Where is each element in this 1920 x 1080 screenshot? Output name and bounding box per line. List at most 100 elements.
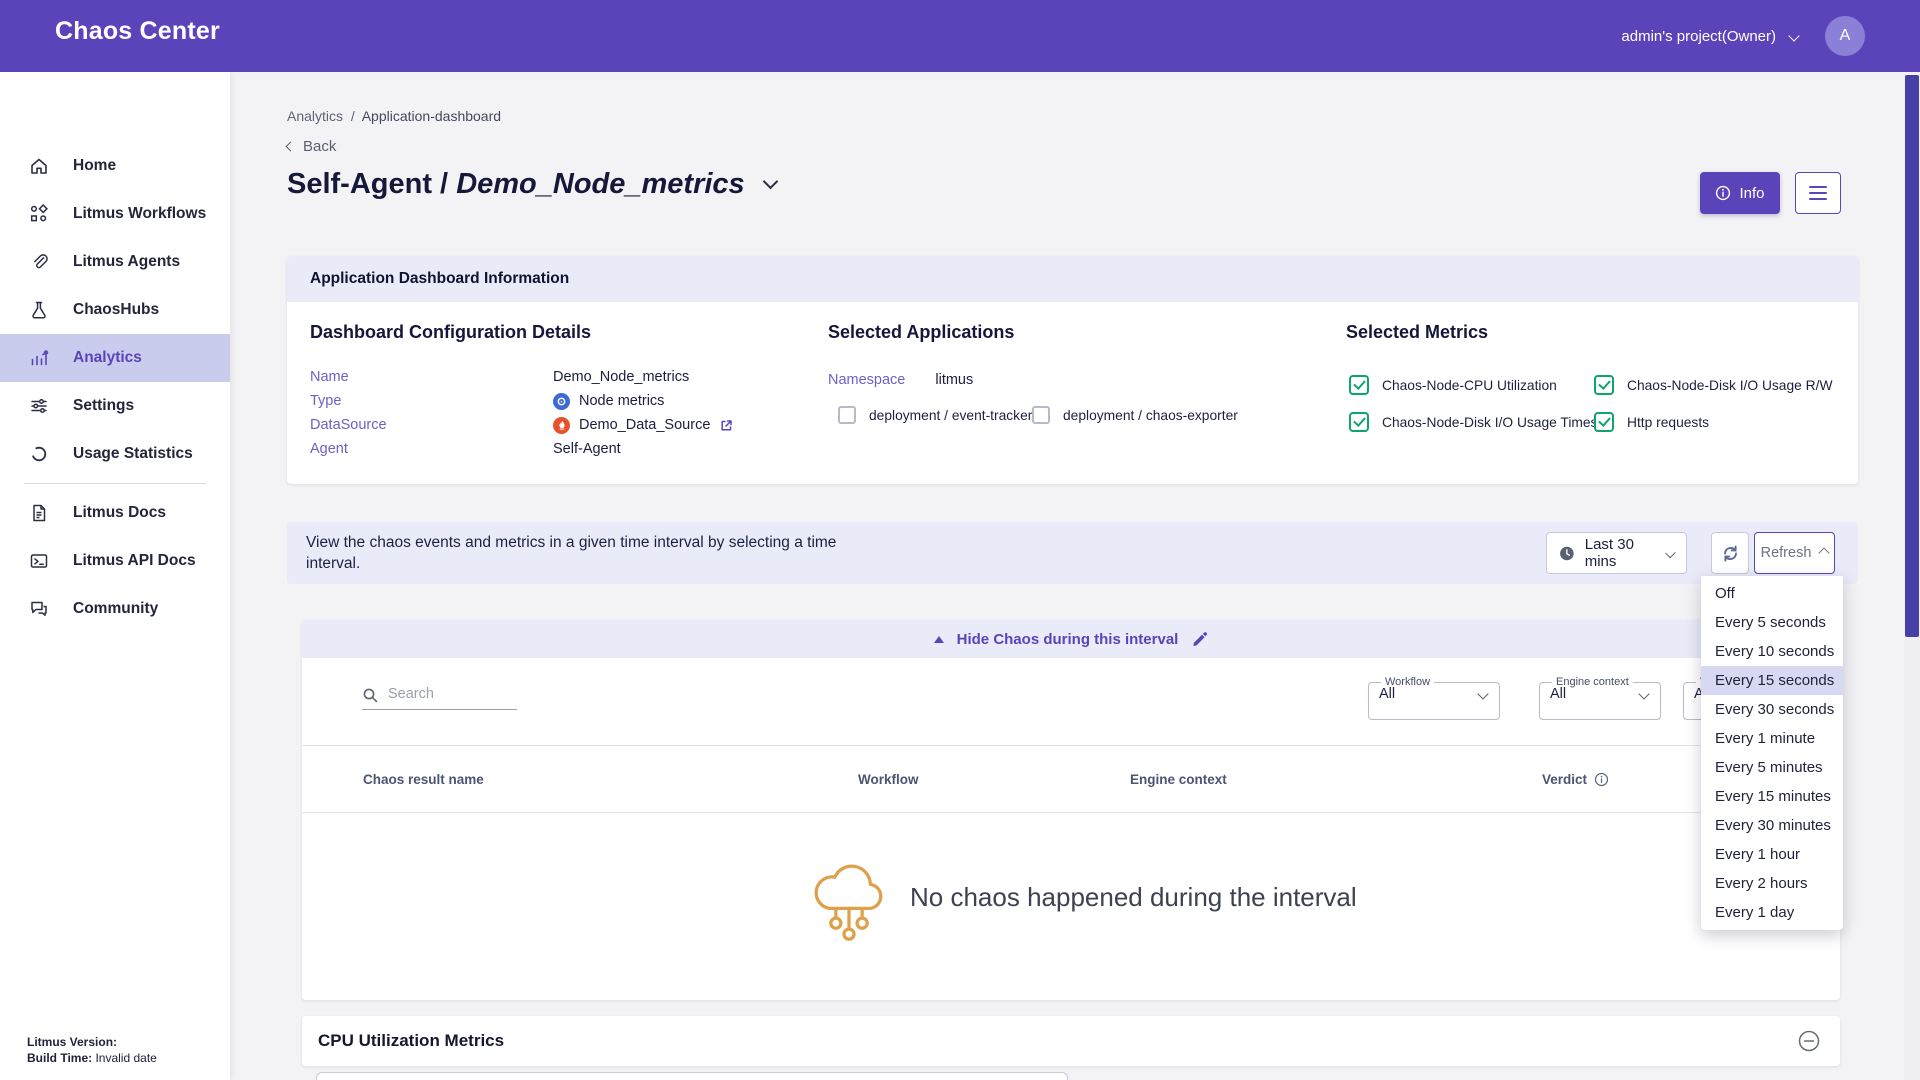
dashboard-info-header: Application Dashboard Information <box>287 256 1858 302</box>
sidebar: Home Litmus Workflows Litmus Agents Chao… <box>0 72 230 1080</box>
agents-icon <box>29 252 49 272</box>
menu-item-every-30-minutes[interactable]: Every 30 minutes <box>1701 811 1843 840</box>
sidebar-item-litmus-agents[interactable]: Litmus Agents <box>0 238 230 286</box>
menu-item-every-1-minute[interactable]: Every 1 minute <box>1701 724 1843 753</box>
config-row-type: Type Node metrics <box>310 389 810 413</box>
column-header-workflow: Workflow <box>858 772 919 787</box>
checkbox-unchecked-icon[interactable] <box>1032 406 1050 424</box>
info-icon <box>1715 185 1731 201</box>
engine-context-filter[interactable]: Engine context All <box>1539 676 1661 720</box>
page-scrollbar[interactable] <box>1904 72 1920 1080</box>
back-button[interactable]: Back <box>287 138 336 155</box>
build-time-label: Build Time: <box>27 1051 92 1065</box>
checkbox-checked-icon[interactable] <box>1594 412 1614 432</box>
menu-item-every-1-hour[interactable]: Every 1 hour <box>1701 840 1843 869</box>
menu-item-off[interactable]: Off <box>1701 579 1843 608</box>
sidebar-item-chaoshubs[interactable]: ChaosHubs <box>0 286 230 334</box>
applications-title: Selected Applications <box>828 322 1014 343</box>
sidebar-item-label: Analytics <box>73 349 142 367</box>
sidebar-footer: Litmus Version: Build Time: Invalid date <box>27 1034 157 1066</box>
settings-icon <box>29 396 49 416</box>
metric-checkbox-disk-io-rw[interactable]: Chaos-Node-Disk I/O Usage R/W <box>1594 375 1832 395</box>
avatar[interactable]: A <box>1825 16 1865 56</box>
checkbox-checked-icon[interactable] <box>1594 375 1614 395</box>
menu-item-every-5-minutes[interactable]: Every 5 minutes <box>1701 753 1843 782</box>
scrollbar-thumb[interactable] <box>1905 75 1919 637</box>
refresh-now-button[interactable] <box>1711 532 1749 574</box>
application-checkbox-chaos-exporter[interactable]: deployment / chaos-exporter <box>1032 406 1238 424</box>
no-chaos-cloud-icon <box>807 858 891 950</box>
interval-message: View the chaos events and metrics in a g… <box>306 532 851 574</box>
home-icon <box>29 156 49 176</box>
sidebar-item-settings[interactable]: Settings <box>0 382 230 430</box>
config-row-name: Name Demo_Node_metrics <box>310 365 810 389</box>
sidebar-item-label: Litmus Agents <box>73 253 180 271</box>
page-title: Self-Agent / Demo_Node_metrics <box>287 168 776 201</box>
info-button[interactable]: Info <box>1700 172 1780 214</box>
checkbox-checked-icon[interactable] <box>1349 412 1369 432</box>
docs-icon <box>29 503 49 523</box>
application-checkbox-event-tracker[interactable]: deployment / event-tracker <box>838 406 1032 424</box>
sidebar-item-community[interactable]: Community <box>0 585 230 633</box>
sidebar-item-litmus-docs[interactable]: Litmus Docs <box>0 489 230 537</box>
sidebar-item-litmus-api-docs[interactable]: Litmus API Docs <box>0 537 230 585</box>
checkbox-checked-icon[interactable] <box>1349 375 1369 395</box>
column-header-engine-context: Engine context <box>1130 772 1227 787</box>
metric-checkbox-cpu-utilization[interactable]: Chaos-Node-CPU Utilization <box>1349 375 1557 395</box>
edit-pencil-icon[interactable] <box>1191 631 1208 648</box>
project-selector[interactable]: admin's project(Owner) <box>1621 0 1798 72</box>
datasource-link[interactable]: Demo_Data_Source <box>579 417 710 433</box>
dashboard-switcher-chevron-icon[interactable] <box>762 174 778 190</box>
analytics-icon <box>29 348 49 368</box>
menu-item-every-15-minutes[interactable]: Every 15 minutes <box>1701 782 1843 811</box>
sidebar-item-label: Community <box>73 600 158 618</box>
litmus-version-label: Litmus Version: <box>27 1035 117 1049</box>
menu-item-every-1-day[interactable]: Every 1 day <box>1701 898 1843 927</box>
breadcrumb-analytics[interactable]: Analytics <box>287 108 343 124</box>
menu-item-every-5-seconds[interactable]: Every 5 seconds <box>1701 608 1843 637</box>
column-header-verdict: Verdict <box>1542 772 1609 787</box>
chart-panel-partial <box>316 1072 1068 1080</box>
sidebar-item-home[interactable]: Home <box>0 142 230 190</box>
collapse-triangle-icon <box>934 636 944 643</box>
metrics-title: Selected Metrics <box>1346 322 1488 343</box>
checkbox-unchecked-icon[interactable] <box>838 406 856 424</box>
refresh-rate-button[interactable]: Refresh <box>1754 532 1835 574</box>
info-circle-icon[interactable] <box>1594 772 1609 787</box>
sidebar-item-label: Litmus API Docs <box>73 552 196 570</box>
search-input[interactable] <box>362 682 517 710</box>
chevron-left-icon <box>286 142 296 152</box>
sidebar-item-label: ChaosHubs <box>73 301 159 319</box>
dashboard-options-button[interactable] <box>1795 172 1841 214</box>
menu-item-every-15-seconds[interactable]: Every 15 seconds <box>1701 666 1843 695</box>
interval-bar: View the chaos events and metrics in a g… <box>287 522 1858 584</box>
metric-checkbox-http-requests[interactable]: Http requests <box>1594 412 1709 432</box>
cpu-utilization-card: CPU Utilization Metrics <box>302 1016 1840 1066</box>
minus-circle-icon <box>1798 1030 1820 1052</box>
sync-icon <box>1720 543 1741 564</box>
namespace-row: Namespace litmus <box>828 372 973 388</box>
metric-checkbox-disk-io-times[interactable]: Chaos-Node-Disk I/O Usage Times <box>1349 412 1597 432</box>
chaos-toggle-bar[interactable]: Hide Chaos during this interval <box>302 620 1840 658</box>
menu-item-every-2-hours[interactable]: Every 2 hours <box>1701 869 1843 898</box>
clock-icon <box>1559 544 1575 563</box>
sidebar-item-usage-statistics[interactable]: Usage Statistics <box>0 430 230 478</box>
external-link-icon[interactable] <box>719 418 734 433</box>
workflow-filter[interactable]: Workflow All <box>1368 676 1500 720</box>
sidebar-item-label: Usage Statistics <box>73 445 193 463</box>
top-bar: Chaos Center admin's project(Owner) A <box>0 0 1920 72</box>
search-field <box>362 682 522 710</box>
collapse-section-button[interactable] <box>1798 1030 1820 1052</box>
sidebar-item-analytics[interactable]: Analytics <box>0 334 230 382</box>
chevron-down-icon <box>1788 30 1799 41</box>
time-range-select[interactable]: Last 30 mins <box>1546 532 1687 574</box>
sidebar-item-litmus-workflows[interactable]: Litmus Workflows <box>0 190 230 238</box>
sidebar-nav: Home Litmus Workflows Litmus Agents Chao… <box>0 142 230 633</box>
title-agent: Self-Agent / <box>287 168 448 200</box>
panel-title: Application Dashboard Information <box>310 270 569 288</box>
column-header-chaos-result-name: Chaos result name <box>363 772 484 787</box>
menu-item-every-30-seconds[interactable]: Every 30 seconds <box>1701 695 1843 724</box>
breadcrumb-application-dashboard: Application-dashboard <box>362 108 501 124</box>
prometheus-icon <box>553 417 570 434</box>
menu-item-every-10-seconds[interactable]: Every 10 seconds <box>1701 637 1843 666</box>
